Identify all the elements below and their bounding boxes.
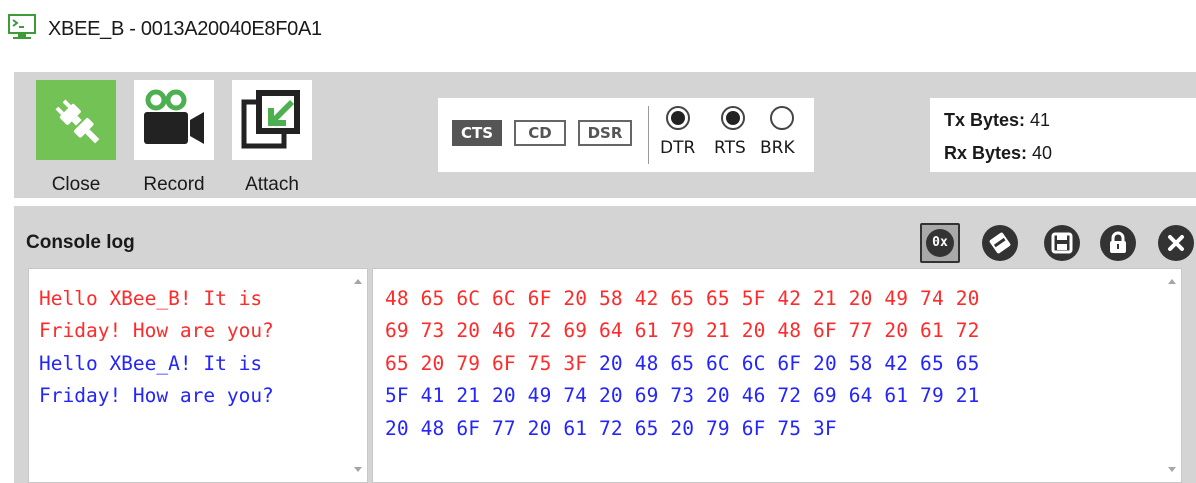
hex-line: 20 48 6F 77 20 61 72 65 20 79 6F 75 3F — [385, 413, 980, 445]
cd-indicator: CD — [514, 120, 566, 146]
ascii-segment-sent: Friday! How are you? — [39, 319, 274, 343]
byte-counters: Tx Bytes: 41 Rx Bytes: 40 — [930, 98, 1196, 172]
hex-toggle-button[interactable]: 0x — [920, 223, 960, 263]
save-console-button[interactable] — [1044, 225, 1080, 261]
hex-line: 48 65 6C 6C 6F 20 58 42 65 65 5F 42 21 2… — [385, 283, 980, 315]
rts-toggle[interactable] — [721, 106, 745, 130]
serial-signals-panel: CTS CD DSR DTR RTS BRK — [438, 98, 814, 172]
hex-segment-sent: 48 65 6C 6C 6F 20 58 42 65 65 5F 42 21 2… — [385, 287, 980, 310]
clear-console-button[interactable] — [982, 225, 1018, 261]
hex-log-pane[interactable]: 48 65 6C 6C 6F 20 58 42 65 65 5F 42 21 2… — [372, 268, 1182, 483]
ascii-scrollbar[interactable] — [349, 269, 367, 482]
scroll-down-icon[interactable] — [354, 467, 362, 472]
ascii-line: Friday! How are you? — [39, 380, 274, 412]
ascii-line: Hello XBee_B! It is — [39, 283, 274, 315]
tx-bytes: Tx Bytes: 41 — [944, 110, 1050, 131]
toolbar: Close Record Attach CTS CD DSR DTR RTS B… — [14, 72, 1196, 198]
hex-line: 5F 41 21 20 49 74 20 69 73 20 46 72 69 6… — [385, 380, 980, 412]
lock-console-button[interactable] — [1100, 225, 1136, 261]
close-console-button[interactable] — [1158, 225, 1194, 261]
close-icon — [1168, 235, 1184, 251]
scroll-down-icon[interactable] — [1168, 467, 1176, 472]
attach-label: Attach — [245, 174, 299, 195]
rx-bytes-value: 40 — [1032, 143, 1053, 163]
tx-bytes-label: Tx Bytes: — [944, 110, 1026, 130]
brk-toggle[interactable] — [770, 106, 794, 130]
hex-line: 69 73 20 46 72 69 64 61 79 21 20 48 6F 7… — [385, 315, 980, 347]
dsr-indicator: DSR — [578, 120, 632, 146]
hex-toggle-icon: 0x — [926, 229, 954, 257]
hex-segment-sent: 65 20 79 6F 75 3F — [385, 351, 600, 375]
hex-segment-sent: 69 73 20 46 72 69 64 61 79 21 20 48 6F 7… — [385, 319, 980, 343]
scroll-up-icon[interactable] — [1168, 279, 1176, 284]
hex-scrollbar[interactable] — [1163, 269, 1181, 482]
terminal-icon — [8, 14, 36, 39]
window-title: XBEE_B - 0013A20040E8F0A1 — [48, 18, 322, 40]
hex-log-text: 48 65 6C 6C 6F 20 58 42 65 65 5F 42 21 2… — [385, 283, 980, 445]
save-icon — [1051, 232, 1073, 254]
console-title: Console log — [26, 232, 135, 253]
attach-icon — [232, 80, 312, 160]
clear-icon — [989, 232, 1011, 254]
record-label: Record — [143, 174, 205, 195]
brk-label: BRK — [760, 138, 795, 158]
ascii-segment-received: Hello XBee_A! It is — [39, 351, 263, 375]
ascii-log-text: Hello XBee_B! It is Friday! How are you? H… — [39, 283, 274, 413]
ascii-log-pane[interactable]: Hello XBee_B! It is Friday! How are you? H… — [28, 268, 368, 483]
close-connection-button[interactable]: Close — [36, 80, 116, 200]
close-label: Close — [51, 174, 101, 195]
rx-bytes-label: Rx Bytes: — [944, 143, 1028, 163]
signals-divider — [648, 106, 649, 164]
attach-button[interactable]: Attach — [232, 80, 312, 200]
hex-segment-received: 20 48 65 6C 6C 6F 20 58 42 65 65 — [599, 351, 980, 375]
cts-indicator: CTS — [452, 120, 502, 146]
ascii-segment-received: Friday! How are you? — [39, 384, 274, 408]
record-button[interactable]: Record — [134, 80, 214, 200]
ascii-line: Friday! How are you? — [39, 315, 274, 347]
dtr-toggle[interactable] — [666, 106, 690, 130]
ascii-line: Hello XBee_A! It is — [39, 348, 274, 380]
plug-icon — [36, 80, 116, 160]
hex-segment-received: 20 48 6F 77 20 61 72 65 20 79 6F 75 3F — [385, 416, 837, 440]
rx-bytes: Rx Bytes: 40 — [944, 143, 1052, 164]
rts-label: RTS — [714, 138, 746, 158]
ascii-segment-sent: Hello XBee_B! It is — [39, 287, 263, 310]
video-camera-icon — [134, 80, 214, 160]
tx-bytes-value: 41 — [1030, 110, 1051, 130]
title-bar: XBEE_B - 0013A20040E8F0A1 — [0, 0, 1196, 66]
hex-line: 65 20 79 6F 75 3F 20 48 65 6C 6C 6F 20 5… — [385, 348, 980, 380]
scroll-up-icon[interactable] — [354, 279, 362, 284]
console-panel: Console log 0x Hello XBee_B! It is Frida… — [14, 206, 1196, 483]
dtr-label: DTR — [660, 138, 696, 158]
lock-icon — [1110, 231, 1126, 253]
hex-segment-received: 5F 41 21 20 49 74 20 69 73 20 46 72 69 6… — [385, 384, 980, 408]
